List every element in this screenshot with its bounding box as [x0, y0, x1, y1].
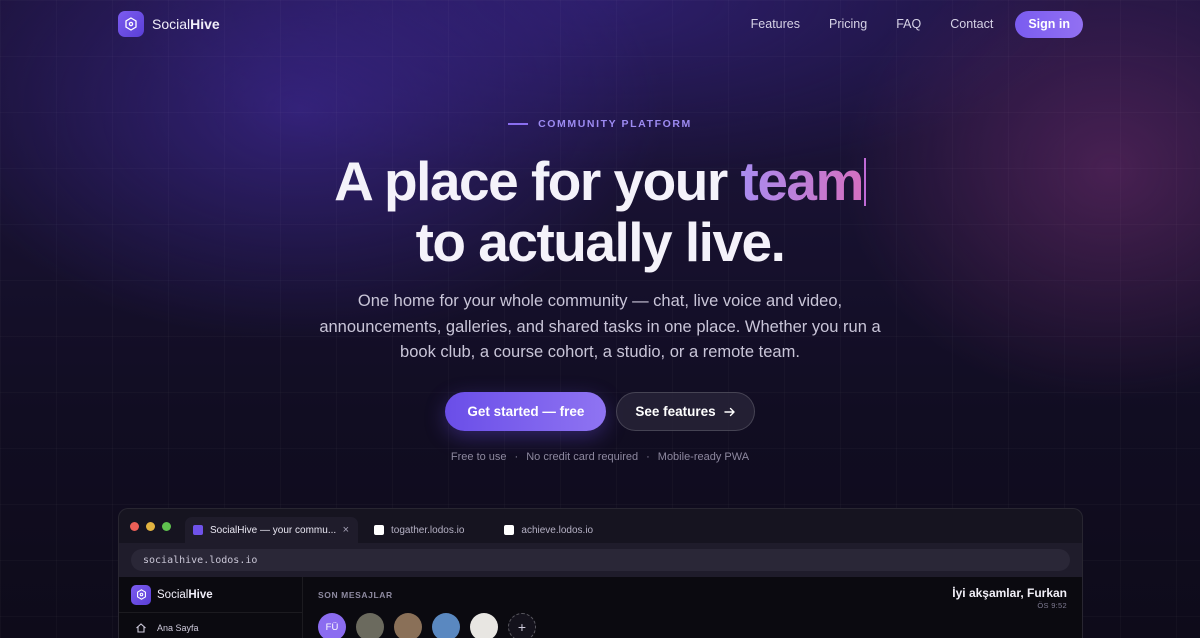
typing-caret [863, 158, 866, 206]
sidebar-item-home[interactable]: Ana Sayfa [119, 613, 302, 638]
achieve-favicon-icon [504, 525, 515, 535]
browser-mockup: SocialHive — your commu... × togather.lo… [118, 508, 1083, 638]
perk-free: Free to use [450, 451, 507, 463]
window-controls [130, 521, 171, 531]
get-started-button[interactable]: Get started — free [445, 392, 607, 431]
avatar[interactable]: FÜ [318, 613, 346, 638]
app-brand-name: SocialHive [157, 589, 213, 601]
home-icon [136, 623, 146, 633]
top-navigation: SocialHive Features Pricing FAQ Contact … [118, 10, 1083, 38]
minimize-dot[interactable] [146, 521, 155, 531]
greeting-text: İyi akşamlar, Furkan [952, 586, 1067, 600]
hero-title-line-1: A place for your team [0, 151, 1200, 211]
hive-logo-icon[interactable] [118, 11, 144, 37]
hero-title-text: A place for your [334, 150, 741, 212]
hero-title-line-2: to actually live. [415, 211, 786, 273]
tab-label: togather.lodos.io [391, 524, 465, 536]
browser-tab-socialhive[interactable]: SocialHive — your commu... × [185, 517, 358, 543]
hero-title-highlight: team [740, 150, 865, 212]
greeting: İyi akşamlar, Furkan ÖS 9:52 [952, 586, 1067, 610]
perk-pwa: Mobile-ready PWA [657, 451, 750, 463]
url-field[interactable]: socialhive.lodos.io [131, 549, 1070, 571]
app-brand-bold: Hive [188, 588, 213, 601]
eyebrow-line [508, 123, 529, 125]
nav-link-faq[interactable]: FAQ [896, 17, 921, 31]
hero-actions: Get started — free See features [0, 392, 1200, 431]
arrow-right-icon [723, 407, 735, 416]
address-bar: socialhive.lodos.io [119, 543, 1082, 577]
avatar[interactable] [470, 613, 498, 638]
browser-tab-togather[interactable]: togather.lodos.io [374, 517, 464, 543]
perk-separator: · [514, 451, 519, 463]
nav-link-contact[interactable]: Contact [950, 17, 993, 31]
avatar[interactable] [356, 613, 384, 638]
eyebrow: COMMUNITY PLATFORM [0, 118, 1200, 130]
tab-close-icon[interactable]: × [343, 524, 349, 536]
browser-tab-achieve[interactable]: achieve.lodos.io [504, 517, 593, 543]
recent-avatars: FÜ + [318, 613, 536, 638]
sign-in-button[interactable]: Sign in [1015, 10, 1083, 38]
eyebrow-text: COMMUNITY PLATFORM [538, 118, 692, 130]
maximize-dot[interactable] [162, 521, 171, 531]
close-dot[interactable] [130, 521, 139, 531]
add-conversation-button[interactable]: + [508, 613, 536, 638]
nav-link-pricing[interactable]: Pricing [829, 17, 867, 31]
brand-name[interactable]: SocialHive [152, 16, 220, 32]
app-brand-prefix: Social [157, 588, 189, 601]
app-sidebar: SocialHive Ana Sayfa [119, 577, 303, 638]
app-preview: SocialHive Ana Sayfa SON MESAJLAR İyi ak… [119, 577, 1082, 638]
nav-link-features[interactable]: Features [751, 17, 800, 31]
recent-messages-title: SON MESAJLAR [318, 590, 393, 600]
socialhive-favicon-icon [193, 525, 203, 535]
hero-perks: Free to use · No credit card required · … [0, 451, 1200, 463]
perk-separator: · [646, 451, 650, 463]
nav-links: Features Pricing FAQ Contact Sign in [751, 10, 1083, 38]
tab-label: achieve.lodos.io [521, 524, 594, 536]
app-sidebar-brand[interactable]: SocialHive [119, 577, 302, 613]
avatar[interactable] [394, 613, 422, 638]
brand-name-prefix: Social [152, 16, 191, 32]
perk-no-card: No credit card required [526, 451, 639, 463]
avatar[interactable] [432, 613, 460, 638]
hero-subtitle: One home for your whole community — chat… [319, 292, 881, 361]
browser-tab-bar: SocialHive — your commu... × togather.lo… [119, 509, 1082, 543]
greeting-time: ÖS 9:52 [1037, 601, 1067, 610]
tab-label: SocialHive — your commu... [210, 524, 337, 536]
hive-logo-icon [131, 584, 151, 605]
see-features-label: See features [635, 404, 716, 419]
togather-favicon-icon [374, 525, 384, 535]
see-features-button[interactable]: See features [616, 392, 755, 431]
app-main: SON MESAJLAR İyi akşamlar, Furkan ÖS 9:5… [303, 577, 1082, 638]
brand-name-bold: Hive [190, 16, 220, 32]
sidebar-item-label: Ana Sayfa [157, 623, 199, 633]
